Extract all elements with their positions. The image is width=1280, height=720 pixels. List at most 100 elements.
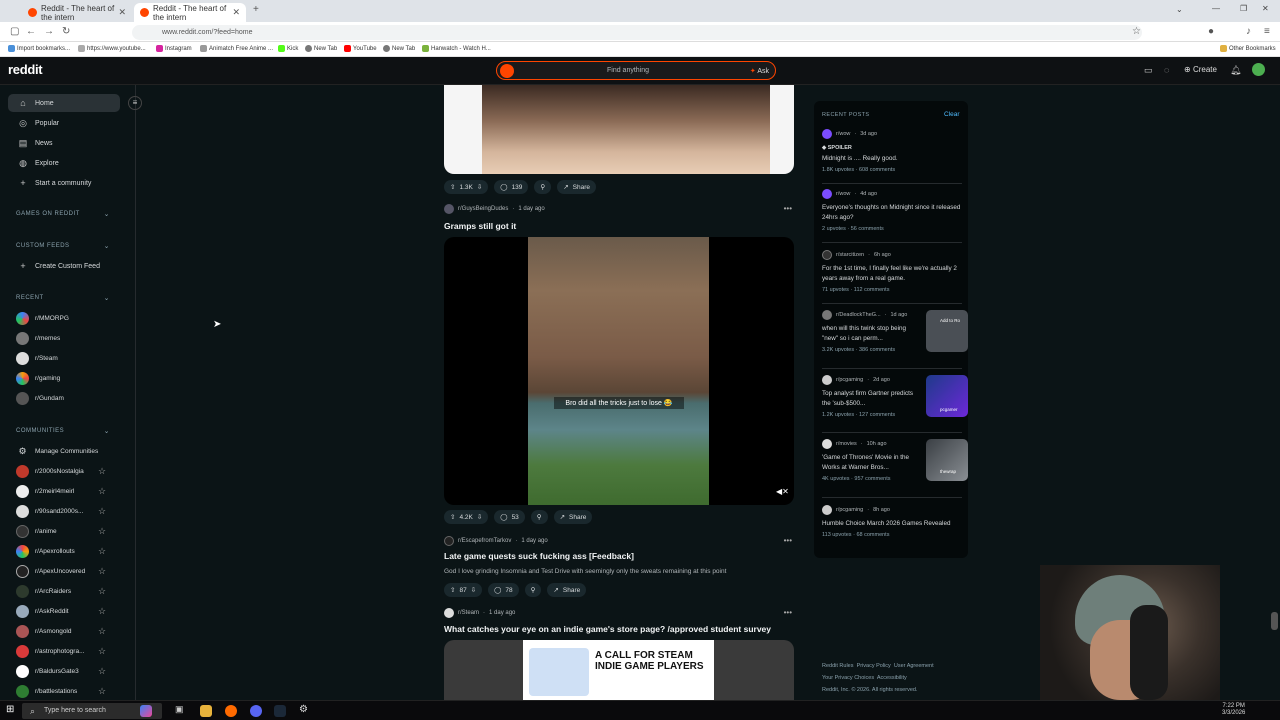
recent-post-item[interactable]: r/wow · 3d ago ◆ SPOILER Midnight is .... … (822, 129, 962, 173)
search-input[interactable]: Find anything ✦ Ask (496, 61, 776, 80)
community-item[interactable]: r/BaldursGate3 ☆ (16, 664, 111, 678)
favorite-star-icon[interactable]: ☆ (98, 606, 106, 617)
community-item[interactable]: r/anime ☆ (16, 524, 111, 538)
clock[interactable]: 7:22 PM 3/3/2026 (1222, 703, 1245, 717)
recent-heading[interactable]: RECENT ⌄ (16, 295, 110, 302)
close-window-icon[interactable]: ✕ (1262, 4, 1269, 13)
extension-icon[interactable]: ● (1208, 26, 1214, 37)
browser-tab-active[interactable]: Reddit - The heart of the intern ✕ (134, 3, 246, 22)
post-image[interactable]: A CALL FOR STEAM INDIE GAME PLAYERS (444, 640, 794, 700)
minimize-icon[interactable]: — (1212, 4, 1220, 13)
post-subreddit-link[interactable]: r/Steam (458, 610, 479, 616)
sidebar-item-news[interactable]: ▤ News (8, 134, 120, 152)
favorite-star-icon[interactable]: ☆ (98, 526, 106, 537)
reddit-logo[interactable]: reddit (8, 62, 43, 77)
create-button[interactable]: ⊕ Create (1184, 65, 1217, 74)
sidebar-toggle-icon[interactable]: ▢ (10, 26, 19, 37)
notifications-icon[interactable]: 🔔︎ (1230, 65, 1241, 76)
downvote-icon[interactable]: ⇩ (477, 183, 482, 191)
bookmark-item[interactable]: Animatch Free Anime ... (200, 45, 273, 52)
favorite-star-icon[interactable]: ☆ (98, 466, 106, 477)
favorite-star-icon[interactable]: ☆ (98, 546, 106, 557)
post-title[interactable]: Late game quests suck fucking ass [Feedb… (444, 551, 634, 561)
recent-item[interactable]: r/Steam (16, 351, 111, 365)
other-bookmarks[interactable]: Other Bookmarks (1220, 45, 1276, 52)
more-options-icon[interactable]: ••• (784, 204, 792, 213)
downvote-icon[interactable]: ⇩ (471, 586, 476, 594)
browser-tab[interactable]: Reddit - The heart of the intern ✕ (22, 3, 132, 22)
bookmark-item[interactable]: Hanwatch - Watch H... (422, 45, 491, 52)
community-item[interactable]: r/ArcRaiders ☆ (16, 584, 111, 598)
favorite-star-icon[interactable]: ☆ (98, 666, 106, 677)
community-item[interactable]: r/Apexrollouts ☆ (16, 544, 111, 558)
ads-icon[interactable]: ▭ (1144, 65, 1153, 76)
upvote-icon[interactable]: ⇧ (450, 513, 455, 521)
recent-item[interactable]: r/memes (16, 331, 111, 345)
favorite-star-icon[interactable]: ☆ (98, 646, 106, 657)
volume-icon[interactable]: ♪ (1246, 26, 1251, 37)
recent-post-item[interactable]: r/pcgaming · 8h ago Humble Choice March 20… (822, 505, 962, 538)
sidebar-item-explore[interactable]: ◍ Explore (8, 154, 120, 172)
browser-icon[interactable] (225, 705, 237, 717)
bookmark-item[interactable]: Import bookmarks... (8, 45, 70, 52)
maximize-icon[interactable]: ❐ (1240, 4, 1247, 13)
menu-icon[interactable]: ≡ (1264, 26, 1270, 37)
comments-button[interactable]: ◯ 53 (494, 510, 525, 524)
vote-pill[interactable]: ⇧ 87 ⇩ (444, 583, 483, 597)
steam-icon[interactable] (274, 705, 286, 717)
recent-post-item[interactable]: r/wow · 4d ago Everyone's thoughts on Midn… (822, 189, 962, 232)
close-tab-icon[interactable]: ✕ (118, 7, 126, 18)
url-field[interactable]: www.reddit.com/?feed=home (132, 25, 1142, 40)
ask-button[interactable]: ✦ Ask (750, 67, 769, 75)
chat-icon[interactable]: ◌ (1164, 65, 1169, 75)
reload-icon[interactable]: ↻ (62, 26, 70, 37)
comments-button[interactable]: ◯ 78 (488, 583, 519, 597)
back-icon[interactable]: ← (26, 26, 36, 37)
favorite-star-icon[interactable]: ☆ (98, 626, 106, 637)
post-video[interactable]: Bro did all the tricks just to lose 😂 ◀✕ (444, 237, 794, 505)
community-item[interactable]: r/Asmongold ☆ (16, 624, 111, 638)
more-options-icon[interactable]: ••• (784, 608, 792, 617)
award-button[interactable]: ⚲ (534, 180, 552, 194)
windows-start-icon[interactable]: ⊞ (6, 704, 14, 715)
forward-icon[interactable]: → (44, 26, 54, 37)
sidebar-item-popular[interactable]: ◎ Popular (8, 114, 120, 132)
recent-item[interactable]: r/MMORPG (16, 311, 111, 325)
create-custom-feed[interactable]: + Create Custom Feed (8, 257, 120, 275)
new-tab-icon[interactable]: + (253, 4, 259, 15)
file-explorer-icon[interactable] (200, 705, 212, 717)
recent-post-item[interactable]: r/movies · 10h ago 'Game of Thrones' Movie… (822, 439, 968, 482)
community-item[interactable]: r/astrophotogra... ☆ (16, 644, 111, 658)
community-item[interactable]: r/AskReddit ☆ (16, 604, 111, 618)
bookmark-item[interactable]: Instagram (156, 45, 192, 52)
settings-gear-icon[interactable]: ⚙ (299, 704, 308, 715)
custom-feeds-heading[interactable]: CUSTOM FEEDS ⌄ (16, 243, 110, 250)
more-options-icon[interactable]: ••• (784, 536, 792, 545)
games-section-heading[interactable]: GAMES ON REDDIT ⌄ (16, 211, 110, 218)
sidebar-item-start-community[interactable]: + Start a community (8, 174, 120, 192)
post-title[interactable]: Gramps still got it (444, 221, 516, 231)
share-button[interactable]: ↗ Share (553, 510, 593, 524)
upvote-icon[interactable]: ⇧ (450, 183, 455, 191)
community-item[interactable]: r/2meirl4meirl ☆ (16, 484, 111, 498)
communities-heading[interactable]: COMMUNITIES ⌄ (16, 428, 110, 435)
community-item[interactable]: r/battlestations ☆ (16, 684, 111, 698)
recent-post-item[interactable]: r/DeadlockTheG... · 1d ago when will this … (822, 310, 968, 353)
vote-pill[interactable]: ⇧ 4.2K ⇩ (444, 510, 489, 524)
post-title[interactable]: What catches your eye on an indie game's… (444, 624, 771, 634)
avatar[interactable] (1252, 63, 1265, 76)
bookmark-item[interactable]: YouTube (344, 45, 377, 52)
comments-button[interactable]: ◯ 139 (494, 180, 529, 194)
bookmark-item[interactable]: Kick (278, 45, 298, 52)
favorite-star-icon[interactable]: ☆ (98, 586, 106, 597)
sidebar-item-home[interactable]: ⌂ Home (8, 94, 120, 112)
scrollbar-thumb[interactable] (1271, 612, 1278, 630)
manage-communities[interactable]: ⚙ Manage Communities (16, 444, 111, 458)
bookmark-item[interactable]: https://www.youtube... (78, 45, 146, 52)
favorite-star-icon[interactable]: ☆ (98, 566, 106, 577)
close-tab-icon[interactable]: ✕ (232, 7, 240, 18)
upvote-icon[interactable]: ⇧ (450, 586, 455, 594)
favorite-star-icon[interactable]: ☆ (98, 686, 106, 697)
share-button[interactable]: ↗ Share (557, 180, 596, 194)
post-subreddit-link[interactable]: r/EscapefromTarkov (458, 538, 511, 544)
